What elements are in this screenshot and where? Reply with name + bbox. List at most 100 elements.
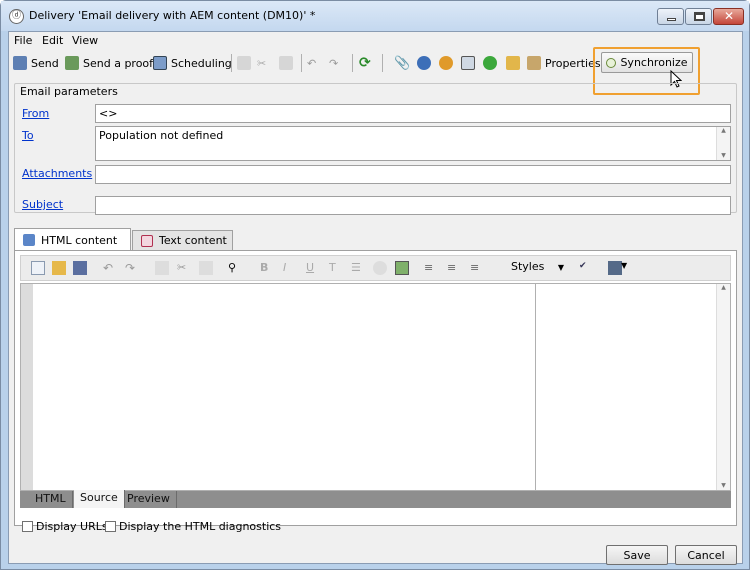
chevron-down-icon: ▼ [557,263,565,272]
display-urls-box [22,521,33,532]
send-proof-label: Send a proof [83,56,154,70]
display-diagnostics-checkbox[interactable]: Display the HTML diagnostics [105,520,281,533]
attachments-field[interactable] [95,165,731,184]
save-button[interactable]: Save [606,545,668,565]
window-title: Delivery 'Email delivery with AEM conten… [29,9,316,22]
app-icon: ⓓ [9,9,24,24]
display-urls-checkbox[interactable]: Display URLs [22,520,108,533]
maximize-button[interactable] [685,8,712,25]
email-parameters-title: Email parameters [18,85,120,98]
copy-icon[interactable] [155,261,169,275]
styles-label: Styles [511,260,545,273]
align-left-icon[interactable]: ≡ [424,261,438,275]
client-area: File Edit View Send Send a proof Schedul… [8,31,743,565]
editor-gutter [21,284,33,490]
redo-icon[interactable]: ↷ [329,53,338,73]
to-scrollbar[interactable]: ▲ ▼ [716,127,730,160]
refresh-icon[interactable]: ⟳ [359,53,371,73]
chevron-down-icon[interactable]: ▼ [621,261,635,275]
send-proof-icon [65,56,79,70]
menu-file[interactable]: File [14,34,32,47]
editor-scrollbar[interactable]: ▲ ▼ [716,284,730,490]
tab-html-content-label: HTML content [41,233,118,247]
send-label: Send [31,56,59,70]
view-tab-html[interactable]: HTML [29,491,73,508]
send-icon [13,56,27,70]
send-button[interactable]: Send [13,53,59,73]
list-icon[interactable]: ☰ [351,261,365,275]
paste-icon[interactable] [199,261,213,275]
properties-button[interactable]: Properties [527,53,601,73]
toolbar-separator [231,54,232,72]
content-tabs: HTML content Text content [14,228,734,251]
subject-field[interactable] [95,196,731,215]
attachments-link[interactable]: Attachments [22,167,92,180]
html-content-icon [23,234,35,246]
link-icon[interactable] [373,261,387,275]
tab-html-content[interactable]: HTML content [14,228,131,251]
minimize-icon [667,18,676,21]
approve-icon[interactable] [483,53,497,73]
from-field[interactable]: <> [95,104,731,123]
find-icon[interactable]: ⚲ [228,261,242,275]
styles-dropdown[interactable]: Styles ▼ [511,260,564,273]
scroll-up-icon[interactable]: ▲ [717,284,730,291]
underline-icon[interactable]: U [306,261,320,275]
send-proof-button[interactable]: Send a proof [65,53,153,73]
attachment-icon[interactable]: 📎 [394,53,410,73]
title-bar[interactable]: ⓓ Delivery 'Email delivery with AEM cont… [1,1,749,31]
new-document-icon[interactable] [31,261,45,275]
editor-toolbar: ↶ ↷ ✂ ⚲ B I U T ☰ ≡ ≡ ≡ Styles ▼ ✔ ▼ [20,255,731,281]
cut-icon[interactable]: ✂ [177,261,191,275]
close-icon: ✕ [724,9,735,23]
subject-link[interactable]: Subject [22,198,63,211]
settings-icon[interactable] [439,53,453,73]
display-diagnostics-box [105,521,116,532]
scheduling-button[interactable]: Scheduling [153,53,232,73]
view-tabs: HTML Source Preview [20,490,731,508]
bold-icon[interactable]: B [260,261,274,275]
undo-icon[interactable]: ↶ [307,53,316,73]
html-content-panel: ↶ ↷ ✂ ⚲ B I U T ☰ ≡ ≡ ≡ Styles ▼ ✔ ▼ ▲ ▼… [14,250,737,526]
to-field[interactable]: Population not defined ▲ ▼ [95,126,731,161]
cancel-button[interactable]: Cancel [675,545,737,565]
paste-icon[interactable] [279,53,293,73]
font-size-icon[interactable]: T [329,261,343,275]
cut-icon[interactable]: ✂ [257,53,266,73]
globe-icon[interactable] [417,53,431,73]
close-button[interactable]: ✕ [713,8,744,25]
to-link[interactable]: To [22,129,34,142]
from-link[interactable]: From [22,107,49,120]
editor-splitter[interactable] [535,284,536,490]
copy-icon[interactable] [237,53,251,73]
folder-icon[interactable] [506,53,520,73]
menu-view[interactable]: View [72,34,98,47]
display-urls-label: Display URLs [36,520,108,533]
toolbar-separator [301,54,302,72]
maximize-icon [694,12,705,21]
scroll-up-icon[interactable]: ▲ [717,127,730,134]
text-content-icon [141,234,153,247]
scroll-down-icon[interactable]: ▼ [717,482,730,489]
to-value: Population not defined [99,129,224,142]
spellcheck-icon[interactable]: ✔ [579,261,593,275]
minimize-button[interactable] [657,8,684,25]
open-folder-icon[interactable] [52,261,66,275]
align-right-icon[interactable]: ≡ [470,261,484,275]
save-icon[interactable] [73,261,87,275]
view-tab-preview[interactable]: Preview [121,491,177,508]
undo-icon[interactable]: ↶ [103,261,117,275]
redo-icon[interactable]: ↷ [125,261,139,275]
image-icon[interactable] [395,261,409,275]
scroll-down-icon[interactable]: ▼ [717,152,730,159]
view-tab-source[interactable]: Source [74,490,125,508]
align-center-icon[interactable]: ≡ [447,261,461,275]
delivery-window: ⓓ Delivery 'Email delivery with AEM cont… [0,0,750,570]
html-editor-area[interactable]: ▲ ▼ [20,283,731,491]
menu-edit[interactable]: Edit [42,34,63,47]
toolbar-separator [382,54,383,72]
table-icon[interactable] [608,261,622,275]
italic-icon[interactable]: I [283,261,297,275]
preview-icon[interactable] [461,53,475,73]
tab-text-content[interactable]: Text content [132,230,233,250]
